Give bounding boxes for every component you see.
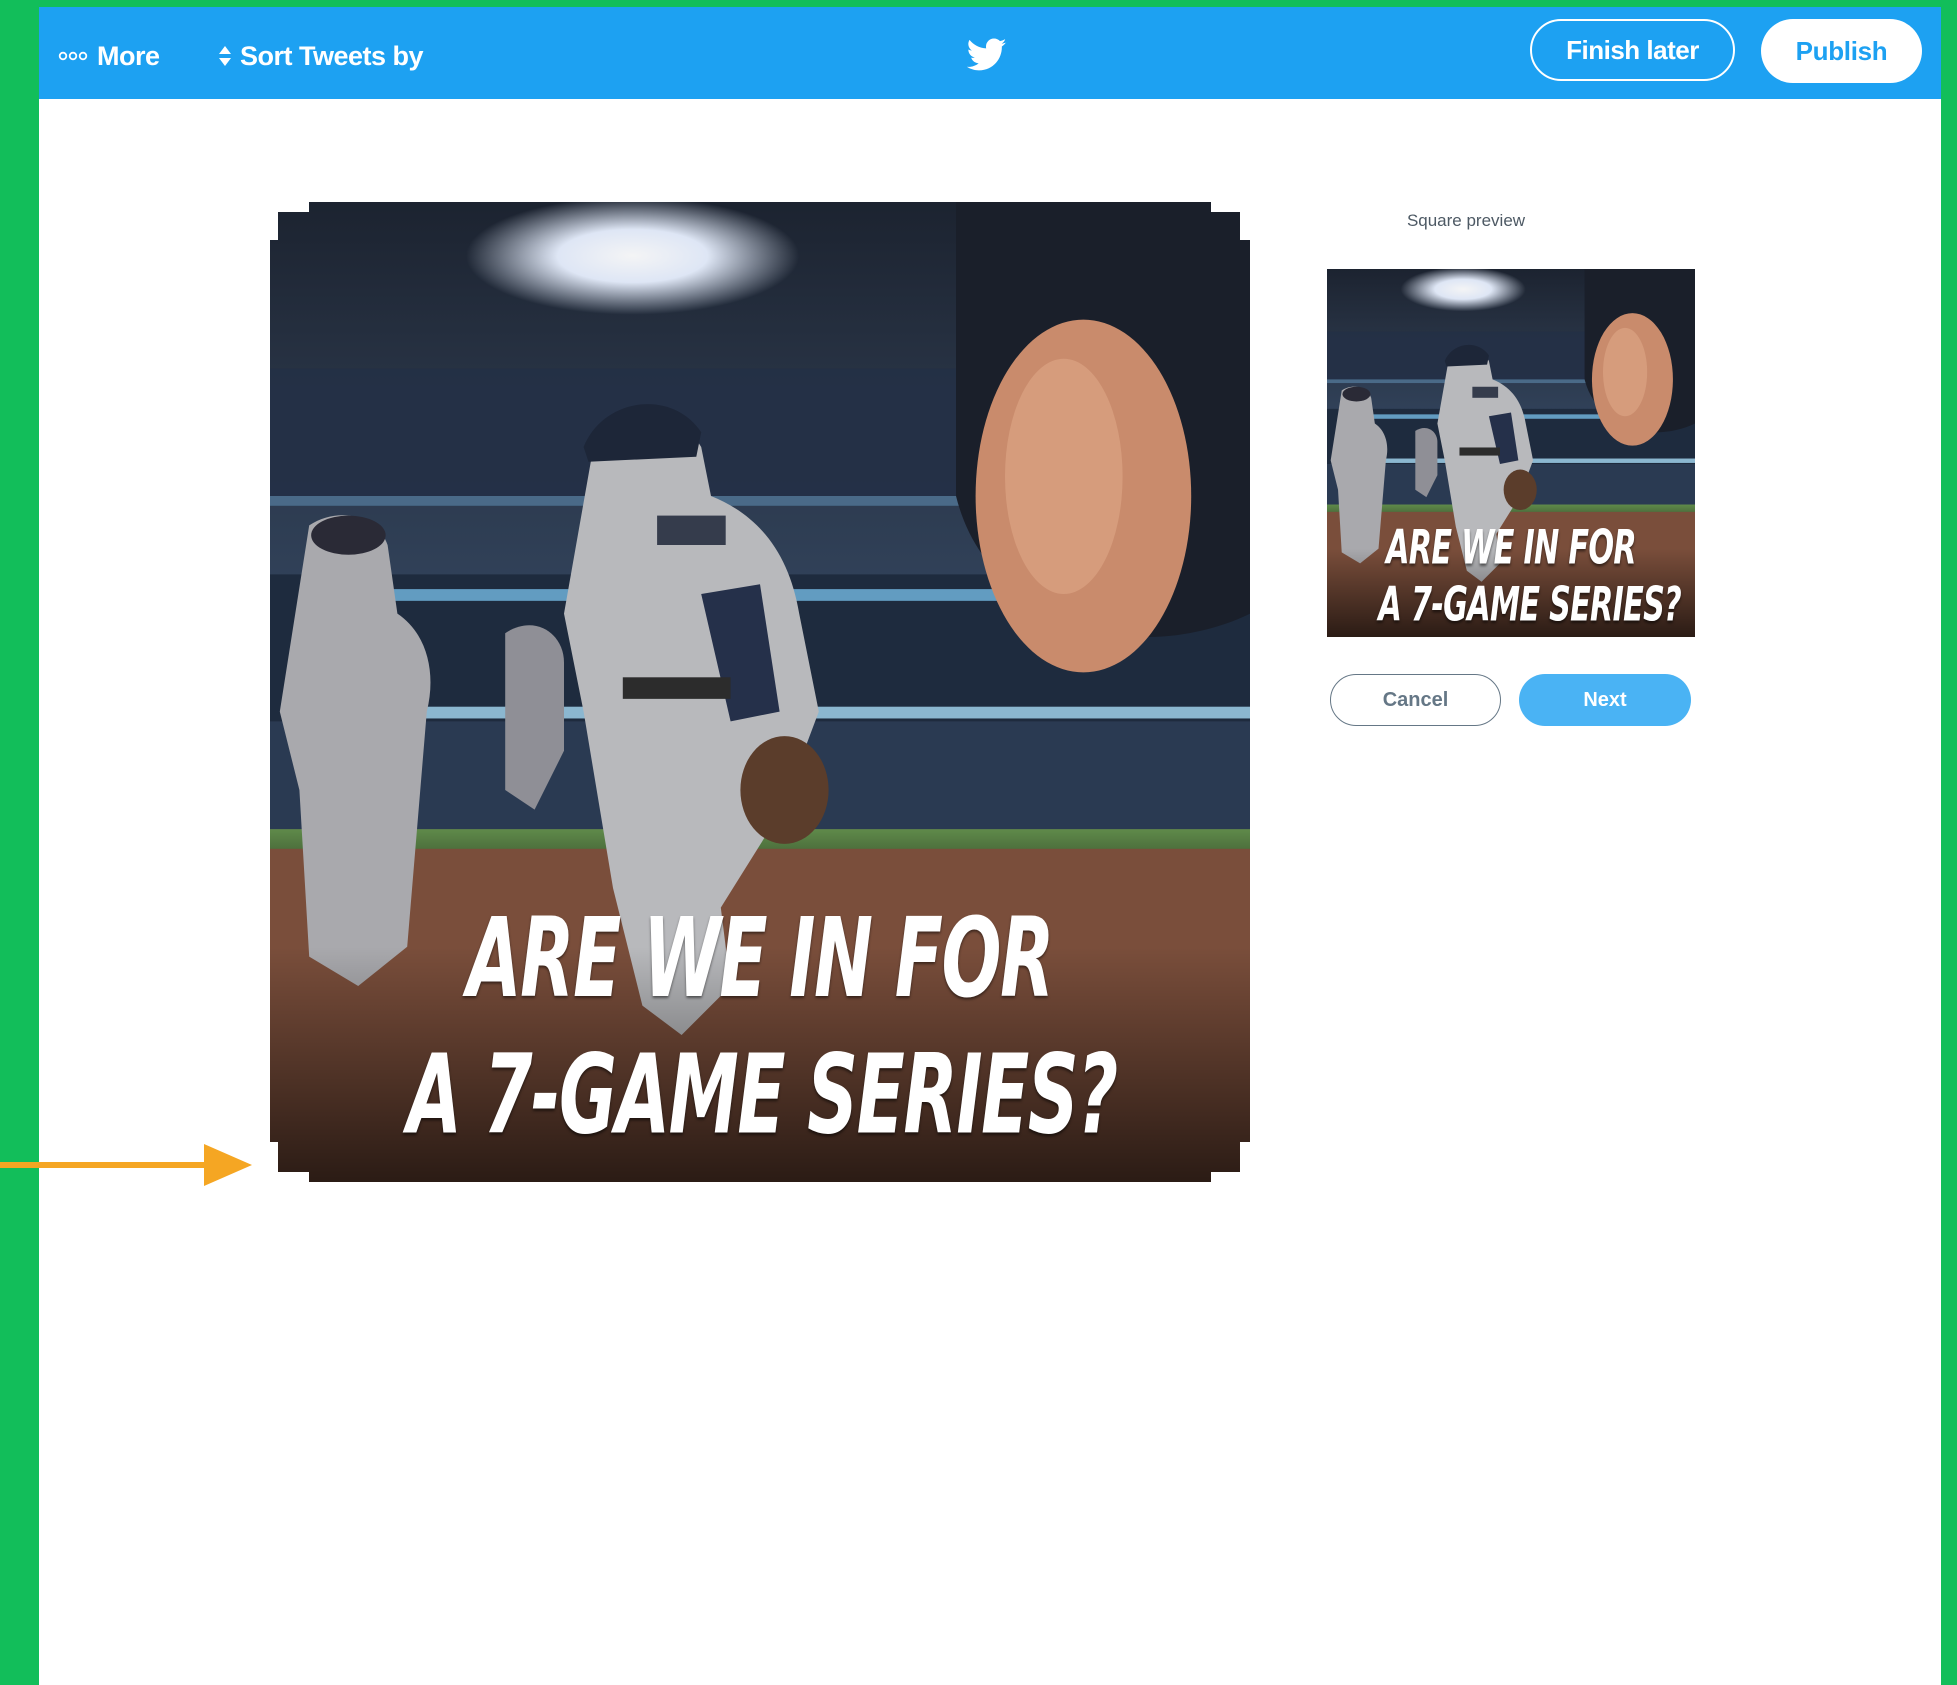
square-preview-thumbnail: ARE WE IN FOR A 7-GAME SERIES? <box>1327 269 1695 637</box>
more-button[interactable]: More <box>58 37 160 75</box>
publish-button[interactable]: Publish <box>1761 19 1922 83</box>
app-window: More Sort Tweets by Finish later Publish… <box>39 7 1941 1685</box>
sort-tweets-label: Sort Tweets by <box>240 40 424 71</box>
ellipsis-icon <box>58 51 88 61</box>
next-button[interactable]: Next <box>1519 674 1691 726</box>
sort-tweets-button[interactable]: Sort Tweets by <box>218 37 424 75</box>
media-crop-editor[interactable]: ARE WE IN FOR A 7-GAME SERIES? <box>270 202 1250 1182</box>
top-bar: More Sort Tweets by Finish later Publish <box>39 7 1941 99</box>
preview-caption: ARE WE IN FOR A 7-GAME SERIES? <box>1378 519 1682 633</box>
cancel-button[interactable]: Cancel <box>1330 674 1501 726</box>
arrow-right-icon <box>0 1140 256 1190</box>
media-caption-line1: ARE WE IN FOR <box>467 895 1054 1023</box>
media-caption: ARE WE IN FOR A 7-GAME SERIES? <box>407 891 1118 1164</box>
square-preview-label: Square preview <box>1406 211 1526 230</box>
preview-caption-line1: ARE WE IN FOR <box>1386 519 1637 575</box>
finish-later-button[interactable]: Finish later <box>1530 19 1735 81</box>
more-label: More <box>97 40 160 71</box>
media-caption-line2: A 7-GAME SERIES? <box>407 1031 1118 1160</box>
twitter-bird-icon <box>966 38 1007 72</box>
sort-arrows-icon <box>218 45 232 67</box>
preview-caption-line2: A 7-GAME SERIES? <box>1378 577 1682 632</box>
